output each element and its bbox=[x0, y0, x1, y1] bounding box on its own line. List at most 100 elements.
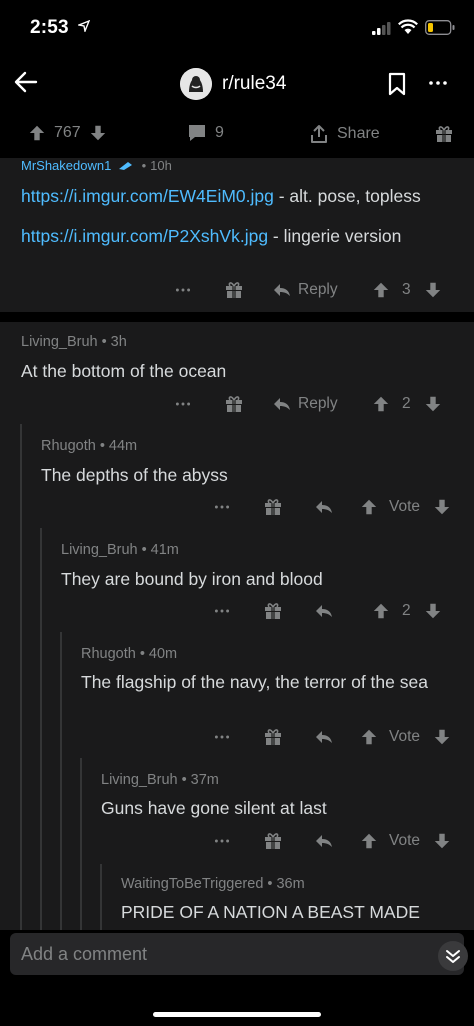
comment-author[interactable]: MrShakedown1 bbox=[21, 158, 111, 173]
comment-actions: Vote bbox=[0, 724, 474, 750]
post-score: 767 bbox=[54, 124, 81, 141]
location-arrow-icon bbox=[78, 20, 90, 32]
post-comments-button[interactable]: 9 bbox=[187, 124, 224, 142]
share-label: Share bbox=[337, 125, 380, 142]
gift-icon[interactable] bbox=[263, 828, 283, 854]
upvote-icon[interactable] bbox=[372, 391, 390, 417]
bookmark-icon[interactable] bbox=[386, 72, 408, 96]
more-options-icon[interactable] bbox=[175, 391, 191, 417]
comment-age: 37m bbox=[190, 772, 219, 788]
comment-score: 3 bbox=[402, 281, 411, 298]
thread-line[interactable] bbox=[60, 632, 62, 930]
post-action-bar: 767 9 Share bbox=[0, 112, 474, 158]
comment-body: The flagship of the navy, the terror of … bbox=[81, 672, 428, 692]
comment-author[interactable]: Living_Bruh bbox=[21, 334, 98, 350]
vote-label: Vote bbox=[389, 498, 421, 515]
more-options-icon[interactable] bbox=[214, 598, 230, 624]
subreddit-avatar[interactable] bbox=[180, 68, 212, 100]
more-options-icon[interactable] bbox=[214, 494, 230, 520]
downvote-icon[interactable] bbox=[424, 277, 442, 303]
gift-icon[interactable] bbox=[263, 494, 283, 520]
upvote-icon[interactable] bbox=[372, 277, 390, 303]
comment-author[interactable]: Living_Bruh bbox=[101, 772, 178, 788]
more-options-icon[interactable] bbox=[214, 724, 230, 750]
reply-arrow-icon[interactable] bbox=[314, 828, 334, 854]
reply-arrow-icon bbox=[272, 394, 292, 414]
gift-icon[interactable] bbox=[263, 724, 283, 750]
upvote-icon[interactable] bbox=[372, 598, 390, 624]
comment-body: PRIDE OF A NATION A BEAST MADE bbox=[121, 902, 420, 922]
comment-meta: MrShakedown1 • 10h bbox=[21, 158, 172, 173]
subreddit-logo-icon bbox=[180, 68, 212, 100]
gift-icon[interactable] bbox=[263, 598, 283, 624]
more-options-icon[interactable] bbox=[175, 277, 191, 303]
upvote-icon[interactable] bbox=[360, 828, 378, 854]
imgur-link[interactable]: https://i.imgur.com/EW4EiM0.jpg bbox=[21, 186, 274, 206]
double-chevron-down-icon bbox=[446, 950, 460, 963]
downvote-icon[interactable] bbox=[424, 391, 442, 417]
comment-meta: Living_Bruh • 37m bbox=[101, 772, 219, 788]
upvote-icon[interactable] bbox=[360, 494, 378, 520]
comment-body: Guns have gone silent at last bbox=[101, 798, 327, 818]
reply-arrow-icon[interactable] bbox=[314, 494, 334, 520]
reply-button[interactable]: Reply bbox=[272, 277, 338, 303]
wifi-icon bbox=[398, 19, 418, 34]
vote-label: Vote bbox=[389, 728, 421, 745]
moderator-badge-icon bbox=[118, 162, 132, 170]
downvote-icon[interactable] bbox=[433, 724, 451, 750]
reply-arrow-icon[interactable] bbox=[314, 724, 334, 750]
comment-body: They are bound by iron and blood bbox=[61, 569, 323, 589]
comment-actions: Vote bbox=[0, 494, 474, 520]
upvote-icon[interactable] bbox=[360, 724, 378, 750]
home-indicator bbox=[153, 1012, 321, 1017]
downvote-icon[interactable] bbox=[433, 828, 451, 854]
comment-meta: Rhugoth • 40m bbox=[81, 646, 178, 662]
comment-author[interactable]: WaitingToBeTriggered bbox=[121, 876, 263, 892]
downvote-icon[interactable] bbox=[89, 124, 107, 142]
reply-arrow-icon bbox=[272, 280, 292, 300]
reply-arrow-icon[interactable] bbox=[314, 598, 334, 624]
gift-icon[interactable] bbox=[224, 391, 244, 417]
back-arrow-icon[interactable] bbox=[12, 68, 40, 96]
clock: 2:53 bbox=[30, 17, 69, 38]
thread-line[interactable] bbox=[100, 864, 102, 930]
comment-age: 44m bbox=[108, 438, 138, 454]
comments-panel: MrShakedown1 • 10h https://i.imgur.com/EW… bbox=[0, 158, 474, 930]
imgur-link[interactable]: https://i.imgur.com/P2XshVk.jpg bbox=[21, 226, 268, 246]
comment-author[interactable]: Rhugoth bbox=[81, 646, 136, 662]
comment-actions: 2 bbox=[0, 598, 474, 624]
link-description: - alt. pose, topless bbox=[273, 186, 421, 206]
more-options-icon[interactable] bbox=[214, 828, 230, 854]
comment-count: 9 bbox=[215, 124, 224, 141]
battery-icon bbox=[425, 20, 455, 35]
collapse-threads-button[interactable] bbox=[438, 941, 468, 971]
reply-label: Reply bbox=[298, 281, 338, 298]
share-button[interactable]: Share bbox=[309, 124, 380, 144]
add-comment-field[interactable]: Add a comment bbox=[10, 933, 468, 975]
downvote-icon[interactable] bbox=[424, 598, 442, 624]
vote-label: Vote bbox=[389, 832, 421, 849]
post-vote-group: 767 bbox=[28, 124, 107, 142]
comment-age: 36m bbox=[276, 876, 305, 892]
comment-body: The depths of the abyss bbox=[41, 465, 228, 485]
subreddit-name[interactable]: r/rule34 bbox=[222, 73, 286, 95]
more-options-icon[interactable] bbox=[426, 80, 450, 86]
link-description: - lingerie version bbox=[268, 226, 402, 246]
comment-meta: Living_Bruh • 3h bbox=[21, 334, 127, 350]
downvote-icon[interactable] bbox=[433, 494, 451, 520]
comment-author[interactable]: Rhugoth bbox=[41, 438, 96, 454]
post-award-button[interactable] bbox=[434, 124, 454, 144]
share-icon bbox=[311, 125, 327, 143]
comment-actions: Reply 2 bbox=[0, 391, 474, 417]
upvote-icon[interactable] bbox=[28, 124, 46, 142]
comment-body: https://i.imgur.com/EW4EiM0.jpg - alt. p… bbox=[21, 185, 461, 248]
comment-meta: Living_Bruh • 41m bbox=[61, 542, 179, 558]
gift-icon bbox=[434, 124, 454, 144]
comment-author[interactable]: Living_Bruh bbox=[61, 542, 138, 558]
gift-icon[interactable] bbox=[224, 277, 244, 303]
comment-age: 41m bbox=[150, 542, 179, 558]
comment-bubble-icon bbox=[189, 125, 205, 141]
comment-meta: WaitingToBeTriggered • 36m bbox=[121, 876, 305, 892]
reply-button[interactable]: Reply bbox=[272, 391, 338, 417]
comment-age: 40m bbox=[148, 646, 178, 662]
